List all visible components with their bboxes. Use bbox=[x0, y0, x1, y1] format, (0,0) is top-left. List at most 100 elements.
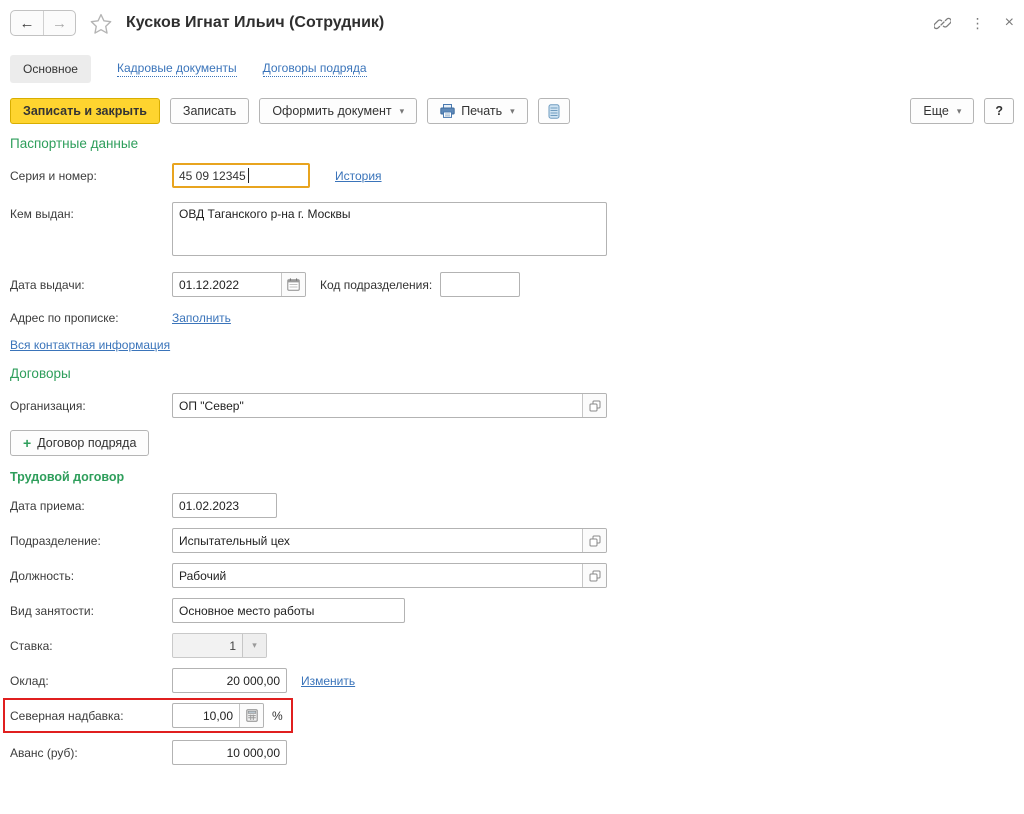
back-arrow-icon: ← bbox=[20, 15, 35, 32]
subdivision-select-button[interactable] bbox=[582, 529, 606, 552]
hire-date-row: Дата приема: bbox=[10, 493, 1014, 518]
salary-input[interactable] bbox=[172, 668, 287, 693]
text-cursor bbox=[248, 168, 249, 183]
position-select-button[interactable] bbox=[582, 564, 606, 587]
address-row: Адрес по прописке: Заполнить bbox=[10, 311, 1014, 325]
position-label: Должность: bbox=[10, 569, 172, 583]
subdivision-input[interactable] bbox=[173, 529, 582, 552]
position-row: Должность: bbox=[10, 563, 1014, 588]
titlebar: ← → Кусков Игнат Ильич (Сотрудник) ⋮ × bbox=[10, 8, 1014, 38]
save-and-close-button[interactable]: Записать и закрыть bbox=[10, 98, 160, 124]
organization-field bbox=[172, 393, 607, 418]
rate-dropdown-button[interactable]: ▾ bbox=[242, 634, 266, 657]
chevron-down-icon: ▾ bbox=[957, 106, 962, 117]
chevron-down-icon: ▾ bbox=[400, 106, 405, 117]
position-field bbox=[172, 563, 607, 588]
calendar-picker-button[interactable] bbox=[281, 273, 305, 296]
toolbar: Записать и закрыть Записать Оформить док… bbox=[10, 98, 1014, 124]
section-employment-title: Трудовой договор bbox=[10, 470, 1014, 484]
northern-bonus-input[interactable] bbox=[173, 704, 239, 727]
choose-from-list-icon bbox=[589, 400, 601, 412]
rate-row: Ставка: ▾ bbox=[10, 633, 1014, 658]
more-actions-button[interactable]: Еще ▾ bbox=[910, 98, 974, 124]
subdivision-row: Подразделение: bbox=[10, 528, 1014, 553]
series-number-label: Серия и номер: bbox=[10, 169, 172, 183]
tab-hr-documents[interactable]: Кадровые документы bbox=[117, 61, 237, 77]
striped-document-icon bbox=[548, 104, 560, 119]
salary-label: Оклад: bbox=[10, 674, 172, 688]
create-document-label: Оформить документ bbox=[272, 104, 391, 118]
save-button[interactable]: Записать bbox=[170, 98, 249, 124]
choose-from-list-icon bbox=[589, 570, 601, 582]
forward-arrow-icon: → bbox=[52, 15, 67, 32]
percent-unit-label: % bbox=[272, 709, 283, 723]
issued-by-textarea[interactable]: ОВД Таганского р-на г. Москвы bbox=[172, 202, 607, 256]
chain-link-icon bbox=[934, 15, 951, 32]
page-title: Кусков Игнат Ильич (Сотрудник) bbox=[126, 14, 384, 32]
issued-by-row: Кем выдан: ОВД Таганского р-на г. Москвы bbox=[10, 202, 1014, 256]
series-number-row: Серия и номер: 45 09 12345 История bbox=[10, 163, 1014, 188]
rate-label: Ставка: bbox=[10, 639, 172, 653]
print-button[interactable]: Печать ▾ bbox=[427, 98, 527, 124]
series-number-input[interactable]: 45 09 12345 bbox=[172, 163, 310, 188]
get-link-button[interactable] bbox=[934, 15, 951, 32]
section-passport-title: Паспортные данные bbox=[10, 136, 1014, 151]
chevron-down-icon: ▾ bbox=[252, 640, 257, 651]
rate-input[interactable] bbox=[173, 634, 242, 657]
help-button[interactable]: ? bbox=[984, 98, 1014, 124]
close-window-button[interactable]: × bbox=[1005, 15, 1014, 31]
all-contact-info-row: Вся контактная информация bbox=[10, 338, 1014, 352]
more-menu-button[interactable]: ⋮ bbox=[971, 16, 985, 30]
choose-from-list-icon bbox=[589, 535, 601, 547]
add-work-contract-button[interactable]: + Договор подряда bbox=[10, 430, 149, 456]
create-document-button[interactable]: Оформить документ ▾ bbox=[259, 98, 417, 124]
calendar-icon bbox=[287, 278, 300, 291]
employee-form: Паспортные данные Серия и номер: 45 09 1… bbox=[10, 136, 1014, 765]
issued-by-label: Кем выдан: bbox=[10, 202, 172, 221]
star-icon bbox=[90, 13, 112, 34]
related-documents-button[interactable] bbox=[538, 98, 570, 124]
issue-date-label: Дата выдачи: bbox=[10, 278, 172, 292]
dept-code-label: Код подразделения: bbox=[320, 278, 432, 292]
employment-type-row: Вид занятости: bbox=[10, 598, 1014, 623]
add-work-contract-label: Договор подряда bbox=[37, 436, 136, 450]
issue-date-field bbox=[172, 272, 306, 297]
tab-work-contracts[interactable]: Договоры подряда bbox=[263, 61, 367, 77]
address-fill-link[interactable]: Заполнить bbox=[172, 311, 231, 325]
advance-label: Аванс (руб): bbox=[10, 746, 172, 760]
employee-card-window: ← → Кусков Игнат Ильич (Сотрудник) ⋮ × bbox=[0, 0, 1024, 814]
tab-main[interactable]: Основное bbox=[10, 55, 91, 83]
advance-input[interactable] bbox=[172, 740, 287, 765]
dept-code-input[interactable] bbox=[440, 272, 520, 297]
series-number-value: 45 09 12345 bbox=[179, 169, 246, 183]
favorite-star-button[interactable] bbox=[90, 13, 112, 34]
northern-bonus-field bbox=[172, 703, 264, 728]
issue-date-input[interactable] bbox=[173, 273, 281, 296]
organization-label: Организация: bbox=[10, 399, 172, 413]
all-contact-info-link[interactable]: Вся контактная информация bbox=[10, 338, 170, 352]
plus-icon: + bbox=[23, 435, 31, 451]
window-controls: ⋮ × bbox=[934, 15, 1014, 32]
rate-field: ▾ bbox=[172, 633, 267, 658]
calculator-button[interactable] bbox=[239, 704, 263, 727]
employment-type-label: Вид занятости: bbox=[10, 604, 172, 618]
organization-input[interactable] bbox=[173, 394, 582, 417]
address-label: Адрес по прописке: bbox=[10, 311, 172, 325]
subdivision-field bbox=[172, 528, 607, 553]
position-input[interactable] bbox=[173, 564, 582, 587]
back-button[interactable]: ← bbox=[11, 11, 43, 35]
nav-history-group: ← → bbox=[10, 10, 76, 36]
subdivision-label: Подразделение: bbox=[10, 534, 172, 548]
employment-type-input[interactable] bbox=[172, 598, 405, 623]
salary-row: Оклад: Изменить bbox=[10, 668, 1014, 693]
more-actions-label: Еще bbox=[923, 104, 948, 118]
hire-date-label: Дата приема: bbox=[10, 499, 172, 513]
close-icon: × bbox=[1005, 14, 1014, 31]
forward-button[interactable]: → bbox=[43, 11, 75, 35]
salary-change-link[interactable]: Изменить bbox=[301, 674, 355, 688]
hire-date-input[interactable] bbox=[172, 493, 277, 518]
kebab-icon: ⋮ bbox=[971, 15, 985, 31]
history-link[interactable]: История bbox=[335, 169, 382, 183]
organization-row: Организация: bbox=[10, 393, 1014, 418]
organization-select-button[interactable] bbox=[582, 394, 606, 417]
